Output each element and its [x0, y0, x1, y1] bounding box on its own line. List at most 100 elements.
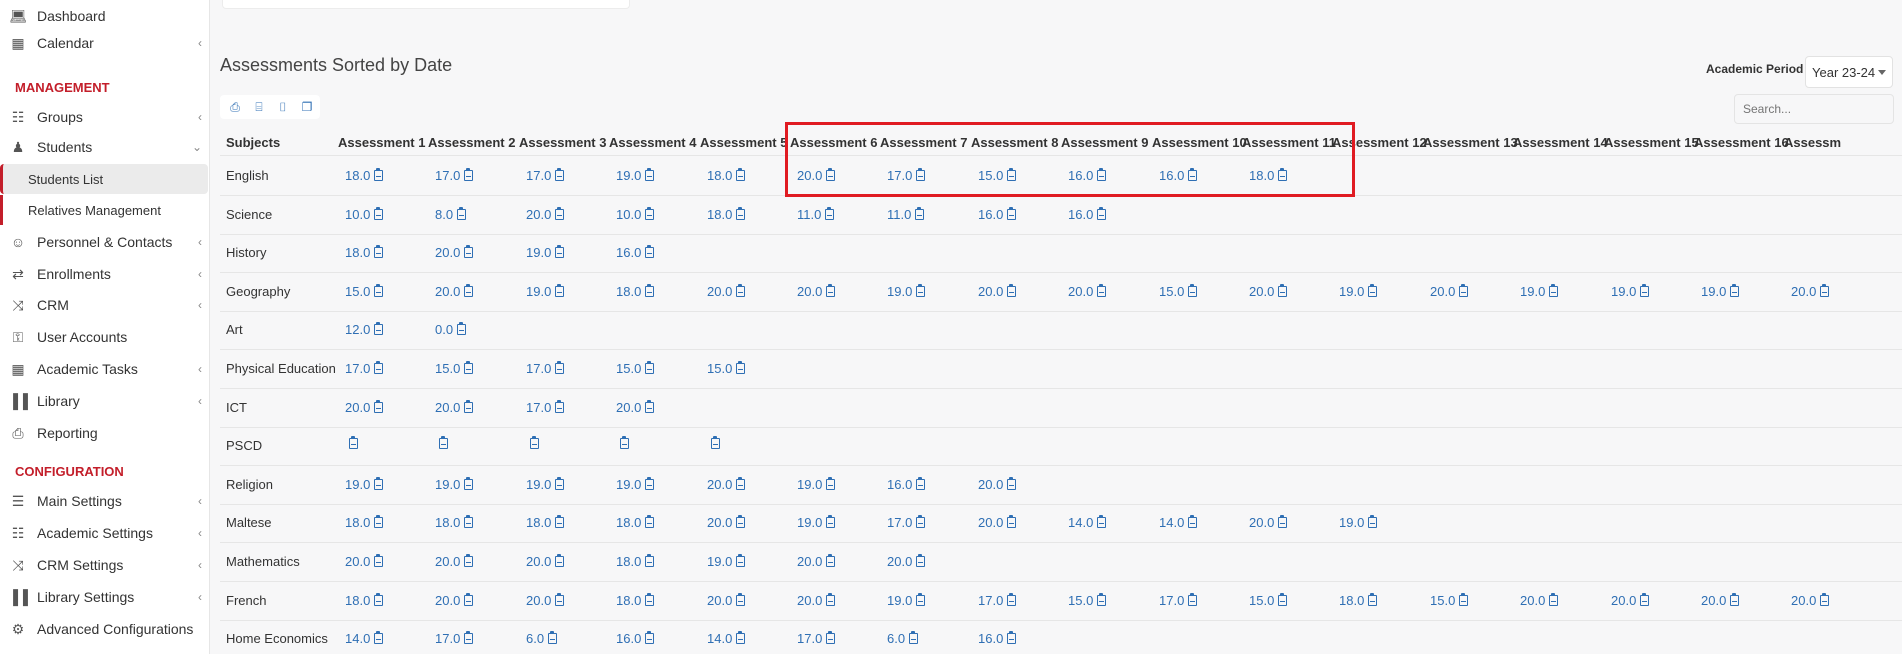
sidebar-item-students[interactable]: ♟ Students ⌄: [0, 133, 210, 161]
clipboard-icon[interactable]: [464, 361, 474, 374]
clipboard-icon[interactable]: [1278, 168, 1288, 181]
score-cell[interactable]: 11.0: [887, 207, 925, 222]
clipboard-icon[interactable]: [548, 631, 558, 644]
clipboard-icon[interactable]: [374, 515, 384, 528]
clipboard-icon[interactable]: [736, 477, 746, 490]
clipboard-icon[interactable]: [916, 168, 926, 181]
clipboard-icon[interactable]: [916, 554, 926, 567]
score-cell[interactable]: 20.0: [435, 245, 474, 260]
sidebar-item-user-accounts[interactable]: ⚿ User Accounts: [0, 323, 210, 351]
score-cell[interactable]: 17.0: [526, 168, 565, 183]
column-header-assessment[interactable]: Assessment 2: [428, 135, 515, 150]
print-icon[interactable]: ⎙: [228, 99, 242, 115]
score-cell[interactable]: [526, 436, 539, 449]
clipboard-icon[interactable]: [1459, 284, 1469, 297]
clipboard-icon[interactable]: [916, 284, 926, 297]
score-cell[interactable]: 15.0: [1068, 593, 1107, 608]
clipboard-icon[interactable]: [530, 436, 539, 449]
score-cell[interactable]: 20.0: [435, 554, 474, 569]
score-cell[interactable]: 20.0: [978, 515, 1017, 530]
clipboard-icon[interactable]: [825, 207, 835, 220]
clipboard-icon[interactable]: [555, 361, 565, 374]
clipboard-icon[interactable]: [645, 400, 655, 413]
score-cell[interactable]: 15.0: [345, 284, 384, 299]
score-cell[interactable]: 15.0: [1430, 593, 1469, 608]
excel-icon[interactable]: ⌸: [252, 99, 266, 115]
clipboard-icon[interactable]: [555, 284, 565, 297]
score-cell[interactable]: 19.0: [797, 477, 836, 492]
sidebar-item-crm-settings[interactable]: ⤨ CRM Settings ‹: [0, 551, 210, 579]
clipboard-icon[interactable]: [1188, 593, 1198, 606]
sidebar-subitem-relatives-management[interactable]: Relatives Management: [0, 195, 210, 225]
score-cell[interactable]: 11.0: [797, 207, 835, 222]
score-cell[interactable]: 16.0: [978, 631, 1017, 646]
clipboard-icon[interactable]: [645, 593, 655, 606]
score-cell[interactable]: 18.0: [707, 168, 746, 183]
clipboard-icon[interactable]: [555, 207, 565, 220]
clipboard-icon[interactable]: [1368, 515, 1378, 528]
clipboard-icon[interactable]: [916, 593, 926, 606]
clipboard-icon[interactable]: [464, 245, 474, 258]
sidebar-item-academic-settings[interactable]: ☷ Academic Settings ‹: [0, 519, 210, 547]
score-cell[interactable]: 19.0: [797, 515, 836, 530]
sidebar-item-academic-tasks[interactable]: ▦ Academic Tasks ‹: [0, 355, 210, 383]
column-header-assessment[interactable]: Assessment 1: [338, 135, 425, 150]
score-cell[interactable]: 20.0: [707, 284, 746, 299]
score-cell[interactable]: 18.0: [526, 515, 565, 530]
clipboard-icon[interactable]: [916, 477, 926, 490]
clipboard-icon[interactable]: [439, 436, 448, 449]
clipboard-icon[interactable]: [1278, 593, 1288, 606]
clipboard-icon[interactable]: [909, 631, 919, 644]
clipboard-icon[interactable]: [1097, 515, 1107, 528]
clipboard-icon[interactable]: [374, 631, 384, 644]
clipboard-icon[interactable]: [555, 168, 565, 181]
clipboard-icon[interactable]: [374, 477, 384, 490]
clipboard-icon[interactable]: [1007, 631, 1017, 644]
clipboard-icon[interactable]: [457, 207, 467, 220]
score-cell[interactable]: 16.0: [978, 207, 1017, 222]
column-header-assessment[interactable]: Assessment 10: [1152, 135, 1247, 150]
score-cell[interactable]: 19.0: [526, 477, 565, 492]
score-cell[interactable]: 15.0: [707, 361, 746, 376]
clipboard-icon[interactable]: [1097, 593, 1107, 606]
clipboard-icon[interactable]: [374, 361, 384, 374]
score-cell[interactable]: 20.0: [435, 284, 474, 299]
column-header-assessment[interactable]: Assessment 9: [1061, 135, 1148, 150]
clipboard-icon[interactable]: [711, 436, 720, 449]
academic-period-select[interactable]: Year 23-24: [1805, 56, 1893, 88]
score-cell[interactable]: [616, 436, 629, 449]
score-cell[interactable]: 14.0: [1159, 515, 1198, 530]
clipboard-icon[interactable]: [464, 284, 474, 297]
clipboard-icon[interactable]: [826, 284, 836, 297]
clipboard-icon[interactable]: [645, 168, 655, 181]
score-cell[interactable]: 20.0: [797, 284, 836, 299]
score-cell[interactable]: 14.0: [1068, 515, 1107, 530]
clipboard-icon[interactable]: [1007, 284, 1017, 297]
search-input[interactable]: [1734, 94, 1894, 124]
clipboard-icon[interactable]: [736, 515, 746, 528]
clipboard-icon[interactable]: [457, 322, 467, 335]
sidebar-item-dashboard[interactable]: 💻︎ Dashboard: [0, 2, 210, 30]
score-cell[interactable]: 20.0: [1520, 593, 1559, 608]
clipboard-icon[interactable]: [374, 593, 384, 606]
column-header-assessment[interactable]: Assessment 7: [880, 135, 967, 150]
clipboard-icon[interactable]: [1368, 593, 1378, 606]
clipboard-icon[interactable]: [826, 554, 836, 567]
score-cell[interactable]: 19.0: [887, 284, 926, 299]
score-cell[interactable]: 17.0: [887, 515, 926, 530]
sidebar-item-main-settings[interactable]: ☰ Main Settings ‹: [0, 487, 210, 515]
score-cell[interactable]: 18.0: [616, 593, 655, 608]
score-cell[interactable]: 19.0: [616, 168, 655, 183]
score-cell[interactable]: 17.0: [887, 168, 926, 183]
clipboard-icon[interactable]: [1820, 284, 1830, 297]
score-cell[interactable]: 17.0: [526, 400, 565, 415]
score-cell[interactable]: 0.0: [435, 322, 467, 337]
score-cell[interactable]: 20.0: [887, 554, 926, 569]
score-cell[interactable]: 18.0: [345, 168, 384, 183]
clipboard-icon[interactable]: [1278, 284, 1288, 297]
clipboard-icon[interactable]: [645, 631, 655, 644]
sidebar-item-reporting[interactable]: ⎙ Reporting: [0, 419, 210, 447]
score-cell[interactable]: 17.0: [435, 631, 474, 646]
score-cell[interactable]: 19.0: [1339, 284, 1378, 299]
sidebar-item-library-settings[interactable]: ▐▐ Library Settings ‹: [0, 583, 210, 611]
